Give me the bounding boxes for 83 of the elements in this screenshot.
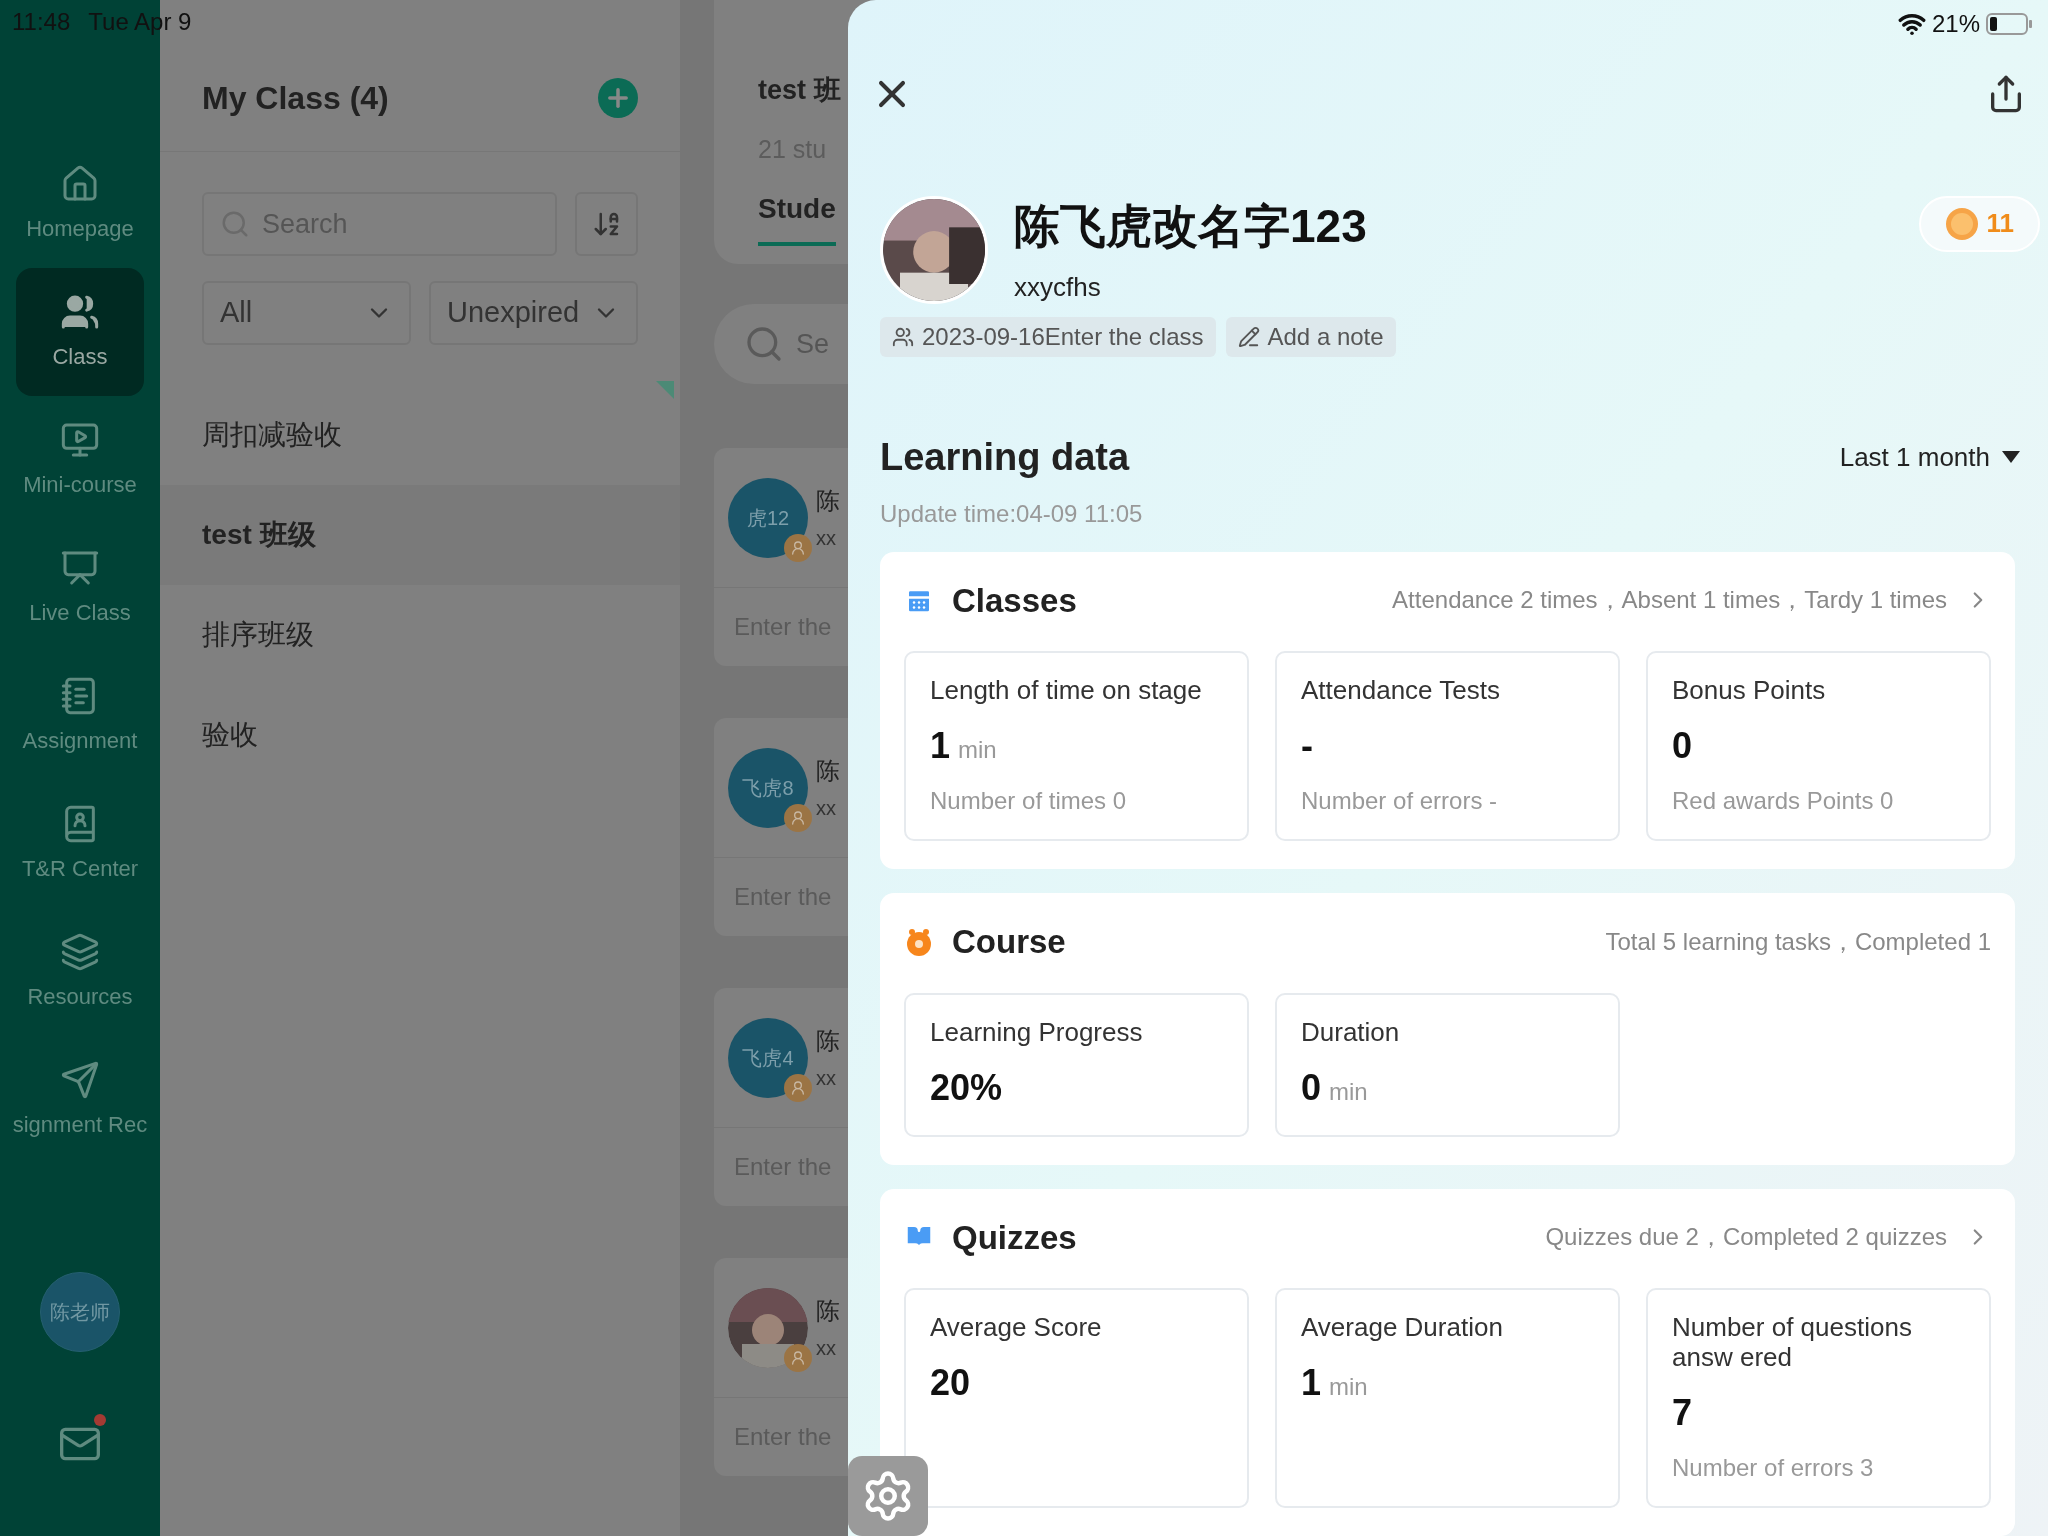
stat-unit: min: [1329, 1372, 1368, 1402]
section-title: Classes: [952, 580, 1077, 621]
student-name: 陈: [816, 755, 840, 786]
paper-plane-icon: [60, 1059, 100, 1100]
stat-label: Learning Progress: [930, 1016, 1144, 1047]
stat-value: 7: [1672, 1391, 1693, 1435]
coin-icon: [1944, 206, 1979, 241]
stat-note: Number of errors -: [1301, 786, 1499, 816]
pencil-icon: [1237, 325, 1260, 348]
stat-note: Number of times 0: [930, 786, 1128, 816]
stat-value: 1: [930, 724, 951, 768]
student-name: 陈: [816, 1025, 840, 1056]
student-id: xx: [816, 1335, 837, 1361]
nav-item[interactable]: Mini-course: [0, 396, 160, 524]
add-note-button[interactable]: Add a note: [1225, 316, 1396, 357]
search-icon: [744, 324, 784, 364]
stat-value: -: [1301, 724, 1313, 768]
role-badge: [784, 1343, 812, 1372]
stat-label: Average Duration: [1301, 1312, 1504, 1342]
layers-icon: [60, 931, 100, 972]
nav-item[interactable]: Resources: [0, 908, 160, 1036]
battery-icon: [1986, 12, 2034, 36]
class-list-item[interactable]: 排序班级: [160, 585, 680, 685]
stat-label: Attendance Tests: [1301, 675, 1501, 705]
class-list-item[interactable]: 周扣减验收: [160, 385, 680, 485]
role-badge: [784, 533, 812, 562]
range-dropdown[interactable]: Last 1 month: [1839, 437, 2020, 477]
panel-title: My Class (4): [202, 78, 389, 118]
settings-button[interactable]: [848, 1456, 928, 1536]
class-list-item[interactable]: test 班级: [160, 485, 680, 585]
nav-item[interactable]: Assignment: [0, 652, 160, 780]
people-icon: [892, 325, 914, 348]
class-list-item[interactable]: 验收: [160, 685, 680, 785]
students-tab[interactable]: Stude: [758, 188, 836, 246]
section-summary[interactable]: Quizzes due 2，Completed 2 quizzes: [1545, 1219, 1947, 1256]
filter-dropdown[interactable]: Unexpired: [429, 281, 638, 345]
sort-button[interactable]: [575, 192, 638, 256]
stat-note: Number of errors 3: [1672, 1453, 1875, 1483]
user-avatar[interactable]: 陈老师: [40, 1272, 120, 1352]
student-name: 陈飞虎改名字123: [1014, 198, 1367, 254]
section-heading: Learning data: [880, 434, 1130, 480]
coin-badge: 11: [1918, 195, 2040, 252]
student-id: xx: [816, 1065, 837, 1091]
nav-item[interactable]: Homepage: [0, 140, 160, 268]
caret-icon: [2002, 451, 2020, 463]
filter-dropdown[interactable]: All: [202, 281, 411, 345]
stat-label: Length of time on stage: [930, 675, 1203, 705]
stat-label: Average Score: [930, 1312, 1103, 1342]
stat-unit: min: [958, 735, 997, 765]
stat-note: Red awards Points 0: [1672, 786, 1895, 816]
section-summary[interactable]: Attendance 2 times，Absent 1 times，Tardy 1 times: [1392, 582, 1947, 619]
student-avatar: 飞虎4: [728, 1017, 808, 1098]
stat-label: Bonus Points: [1672, 675, 1827, 705]
student-id: xx: [816, 525, 837, 551]
stat-value: 0: [1301, 1065, 1322, 1110]
nav-item[interactable]: signment Rec: [0, 1036, 160, 1164]
section-title: Course: [952, 922, 1066, 962]
stat-unit: min: [1329, 1076, 1368, 1107]
class-title: test 班: [758, 74, 842, 107]
nav-item[interactable]: T&R Center: [0, 780, 160, 908]
stat-value: 20: [930, 1361, 971, 1405]
student-avatar: 飞虎8: [728, 747, 808, 828]
student-name: 陈: [816, 485, 840, 516]
add-button[interactable]: [598, 77, 638, 118]
nav-item[interactable]: Live Class: [0, 524, 160, 652]
student-name: 陈: [816, 1295, 840, 1326]
alarm-clock-icon: [904, 926, 934, 957]
nav-item[interactable]: Class: [16, 268, 144, 396]
join-date-tag: 2023-09-16Enter the class: [880, 316, 1216, 357]
stat-label: Number of questions answ ered: [1672, 1312, 1913, 1372]
role-badge: [784, 803, 812, 832]
battery-text: 21%: [1931, 9, 1980, 39]
student-id: xx: [816, 795, 837, 821]
stat-value: 20%: [930, 1065, 1003, 1110]
stat-value: 1: [1301, 1361, 1322, 1405]
student-account: xxycfhs: [1014, 270, 1102, 304]
update-time: Update time:04-09 11:05: [880, 498, 1144, 529]
stat-value: 0: [1672, 724, 1693, 768]
section-title: Quizzes: [952, 1217, 1077, 1258]
stat-label: Duration: [1301, 1016, 1401, 1047]
student-avatar: 虎12: [728, 477, 808, 558]
role-badge: [784, 1073, 812, 1102]
section-summary: Total 5 learning tasks，Completed 1: [1605, 926, 1991, 957]
